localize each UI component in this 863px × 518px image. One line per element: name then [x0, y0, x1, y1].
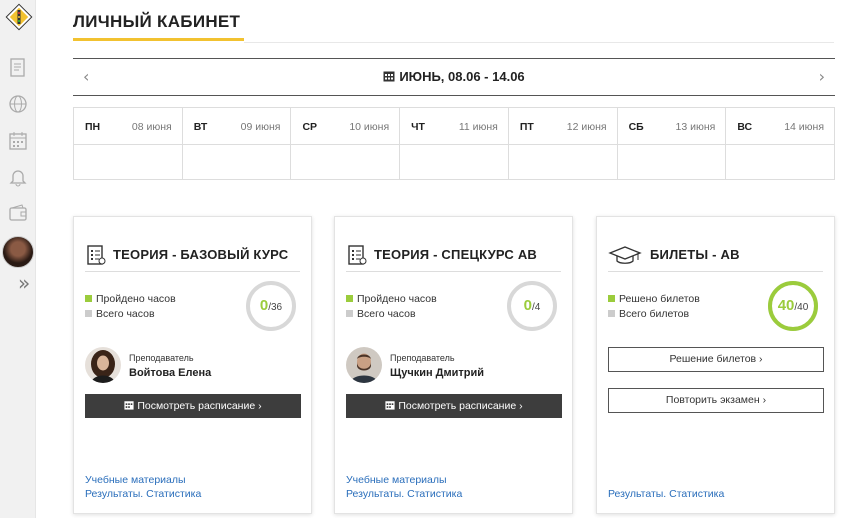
results-statistics-link[interactable]: Результаты. Статистика: [608, 488, 724, 500]
legend-total-label: Всего часов: [96, 308, 155, 320]
calendar-icon[interactable]: [7, 130, 29, 152]
legend-total: Всего часов: [346, 308, 416, 320]
legend-done: Пройдено часов: [85, 293, 176, 305]
progress-done: 0: [523, 297, 532, 314]
day-date: 10 июня: [349, 121, 390, 133]
week-label-text: ИЮНЬ, 08.06 - 14.06: [399, 69, 525, 84]
legend-total: Всего билетов: [608, 308, 689, 320]
course-card-theory-special: ТЕОРИЯ - СПЕЦКУРС АВ Пройдено часов Всег…: [334, 216, 573, 514]
card-title: БИЛЕТЫ - АВ: [650, 247, 740, 262]
page-title: ЛИЧНЫЙ КАБИНЕТ: [73, 12, 241, 31]
calendar-day[interactable]: ВТ 09 июня: [182, 108, 292, 179]
calendar-day[interactable]: ПН 08 июня: [74, 108, 183, 179]
day-of-week: ЧТ: [411, 121, 425, 133]
progress-done: 40: [777, 297, 795, 314]
sidebar: »: [0, 0, 36, 518]
course-card-theory-basic: ТЕОРИЯ - БАЗОВЫЙ КУРС Пройдено часов Все…: [73, 216, 312, 514]
wallet-icon[interactable]: [7, 202, 29, 224]
teacher-name: Щучкин Дмитрий: [390, 367, 485, 379]
teacher-photo: [85, 347, 121, 383]
view-schedule-button[interactable]: Посмотреть расписание ›: [346, 394, 562, 418]
header-divider: [244, 42, 834, 43]
week-calendar: ПН 08 июня ВТ 09 июня СР 10 июня ЧТ 11 июня …: [73, 107, 835, 180]
view-schedule-button[interactable]: Посмотреть расписание ›: [85, 394, 301, 418]
chevron-right-icon: ›: [762, 394, 767, 406]
calendar-icon: [383, 71, 395, 82]
calendar-icon: [385, 401, 395, 410]
title-underline: [73, 38, 244, 41]
legend-done: Пройдено часов: [346, 293, 437, 305]
day-of-week: ВС: [737, 121, 753, 133]
hours-progress-ring: 0/4: [506, 280, 558, 332]
next-week-button[interactable]: ›: [819, 67, 825, 86]
legend-done-label: Решено билетов: [619, 293, 700, 305]
day-of-week: ПН: [85, 121, 101, 133]
week-navigator: ‹ ИЮНЬ, 08.06 - 14.06 ›: [73, 58, 835, 96]
hours-progress-ring: 0/36: [245, 280, 297, 332]
day-date: 14 июня: [784, 121, 825, 133]
expand-sidebar-icon[interactable]: »: [18, 272, 30, 294]
day-of-week: СР: [302, 121, 318, 133]
teacher-name: Войтова Елена: [129, 367, 212, 379]
progress-done: 0: [259, 297, 269, 314]
legend-total: Всего часов: [85, 308, 155, 320]
day-date: 13 июня: [675, 121, 716, 133]
document-list-icon: [348, 245, 367, 265]
day-date: 12 июня: [566, 121, 607, 133]
calendar-day[interactable]: ЧТ 11 июня: [400, 108, 509, 179]
solve-tickets-button[interactable]: Решение билетов ›: [608, 347, 824, 372]
view-schedule-label: Посмотреть расписание: [398, 400, 517, 412]
calendar-icon: [124, 401, 134, 410]
globe-icon[interactable]: [7, 93, 29, 115]
tickets-card: БИЛЕТЫ - АВ Решено билетов Всего билетов…: [596, 216, 835, 514]
results-statistics-link[interactable]: Результаты. Статистика: [85, 488, 201, 500]
week-label: ИЮНЬ, 08.06 - 14.06: [73, 69, 835, 84]
bell-icon[interactable]: [7, 166, 29, 188]
legend-total-label: Всего часов: [357, 308, 416, 320]
card-title: ТЕОРИЯ - БАЗОВЫЙ КУРС: [113, 247, 289, 262]
document-icon[interactable]: [7, 57, 29, 79]
repeat-exam-label: Повторить экзамен: [665, 394, 760, 406]
chevron-right-icon: ›: [759, 353, 763, 365]
legend-done-label: Пройдено часов: [357, 293, 437, 305]
day-date: 08 июня: [131, 121, 172, 133]
study-materials-link[interactable]: Учебные материалы: [85, 474, 186, 486]
repeat-exam-button[interactable]: Повторить экзамен ›: [608, 388, 824, 413]
teacher-role: Преподаватель: [129, 353, 194, 363]
user-avatar[interactable]: [2, 236, 34, 268]
calendar-day[interactable]: ВС 14 июня: [726, 108, 835, 179]
calendar-day[interactable]: СР 10 июня: [291, 108, 401, 179]
chevron-right-icon: ›: [258, 400, 262, 412]
chevron-right-icon: ›: [519, 400, 523, 412]
day-date: 09 июня: [240, 121, 281, 133]
road-sign-logo[interactable]: [4, 2, 34, 32]
solve-tickets-label: Решение билетов: [669, 353, 757, 365]
progress-total: /4: [532, 302, 541, 313]
day-of-week: ПТ: [519, 121, 534, 133]
teacher-role: Преподаватель: [390, 353, 455, 363]
view-schedule-label: Посмотреть расписание: [137, 400, 256, 412]
day-date: 11 июня: [458, 121, 498, 133]
document-list-icon: [87, 245, 106, 265]
calendar-day[interactable]: ПТ 12 июня: [508, 108, 618, 179]
tickets-progress-ring: 40/40: [767, 280, 819, 332]
graduation-cap-icon: [608, 246, 642, 264]
study-materials-link[interactable]: Учебные материалы: [346, 474, 447, 486]
card-header: ТЕОРИЯ - БАЗОВЫЙ КУРС: [85, 244, 300, 272]
legend-total-label: Всего билетов: [619, 308, 690, 320]
legend-done: Решено билетов: [608, 293, 700, 305]
card-header: ТЕОРИЯ - СПЕЦКУРС АВ: [346, 244, 561, 272]
day-of-week: ВТ: [193, 121, 208, 133]
results-statistics-link[interactable]: Результаты. Статистика: [346, 488, 462, 500]
progress-total: /40: [794, 302, 809, 313]
day-of-week: СБ: [628, 121, 644, 133]
teacher-photo: [346, 347, 382, 383]
calendar-day[interactable]: СБ 13 июня: [617, 108, 727, 179]
card-header: БИЛЕТЫ - АВ: [608, 244, 823, 272]
progress-total: /36: [268, 302, 283, 313]
legend-done-label: Пройдено часов: [96, 293, 176, 305]
card-title: ТЕОРИЯ - СПЕЦКУРС АВ: [374, 247, 538, 262]
